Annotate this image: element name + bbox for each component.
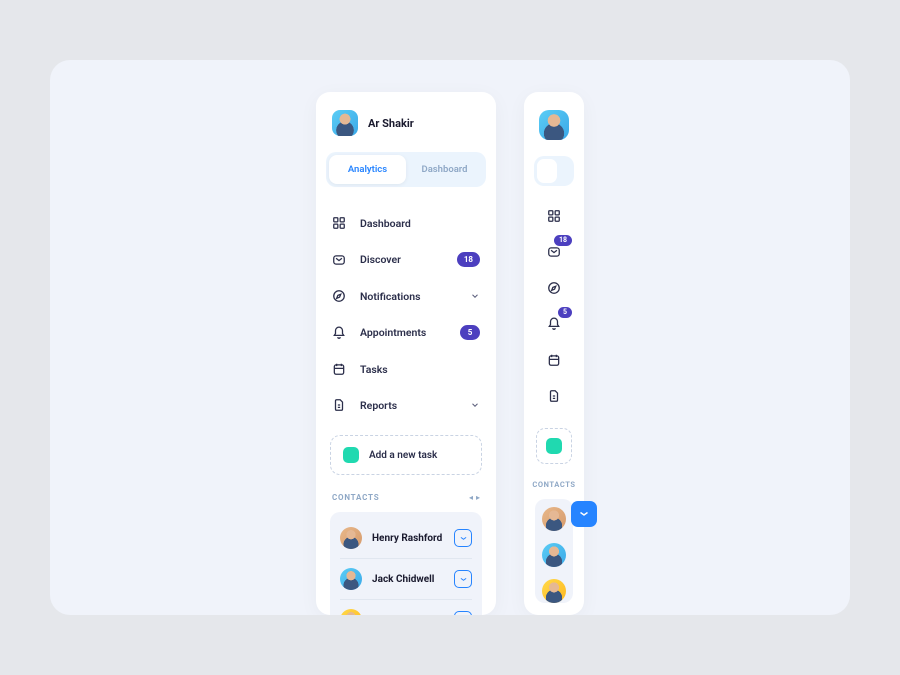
nav-discover[interactable]: 18 — [547, 244, 561, 258]
contact-item[interactable]: Jack Chidwell — [340, 559, 472, 600]
contact-message-button[interactable] — [454, 570, 472, 588]
sidebar-expanded: Ar Shakir Analytics Dashboard Dashboard … — [316, 92, 496, 615]
nav-appointments[interactable]: 5 — [547, 316, 561, 330]
nav-label: Dashboard — [360, 217, 480, 230]
compass-icon — [332, 289, 346, 303]
add-task-icon — [343, 447, 359, 463]
contact-avatar — [340, 609, 362, 615]
add-task-button[interactable] — [536, 428, 572, 464]
calendar-icon — [332, 362, 346, 376]
contact-avatar — [340, 527, 362, 549]
nav-label: Tasks — [360, 363, 480, 376]
bell-icon — [547, 317, 561, 331]
avatar — [539, 110, 569, 140]
contact-message-button[interactable] — [571, 501, 597, 527]
contact-avatar — [340, 568, 362, 590]
chevron-right-icon: ▸ — [476, 493, 480, 502]
inbox-icon — [547, 245, 561, 259]
mail-icon — [459, 534, 468, 543]
contact-item[interactable] — [535, 507, 573, 531]
profile[interactable] — [524, 110, 584, 156]
profile[interactable]: Ar Shakir — [316, 110, 496, 152]
grid-icon — [547, 209, 561, 223]
tab-analytics[interactable]: Analytics — [329, 155, 406, 184]
contact-name: Henry Rashford — [372, 533, 444, 544]
compass-icon — [547, 281, 561, 295]
grid-icon — [332, 216, 346, 230]
username: Ar Shakir — [368, 117, 414, 130]
mail-icon — [459, 575, 468, 584]
avatar — [332, 110, 358, 136]
contacts-title: CONTACTS — [332, 493, 379, 502]
contacts-list — [535, 499, 573, 603]
contact-item[interactable]: Henry Rashford — [340, 518, 472, 559]
discover-badge: 18 — [554, 235, 572, 246]
bell-icon — [332, 326, 346, 340]
nav-appointments[interactable]: Appointments 5 — [332, 314, 480, 351]
tabs: Analytics Dashboard — [326, 152, 486, 187]
nav-dashboard[interactable] — [547, 208, 561, 222]
contact-name: Jack Chidwell — [372, 574, 444, 585]
nav-tasks[interactable] — [547, 352, 561, 366]
contact-item[interactable]: Marie Jones — [340, 600, 472, 615]
contact-avatar — [542, 507, 566, 531]
nav-label: Reports — [360, 399, 456, 412]
sidebar-collapsed: 18 5 CONTACTS — [524, 92, 584, 615]
nav-label: Discover — [360, 253, 443, 266]
nav-reports[interactable]: Reports — [332, 387, 480, 423]
tab-dashboard[interactable]: Dashboard — [406, 155, 483, 184]
appointments-badge: 5 — [460, 325, 480, 340]
nav-label: Appointments — [360, 326, 446, 339]
tabs-collapsed[interactable] — [534, 156, 574, 186]
contacts-pager[interactable]: ◂ ▸ — [469, 493, 480, 502]
inbox-icon — [332, 253, 346, 267]
canvas: Ar Shakir Analytics Dashboard Dashboard … — [50, 60, 850, 615]
nav-dashboard[interactable]: Dashboard — [332, 205, 480, 241]
add-task-icon — [546, 438, 562, 454]
contact-message-button[interactable] — [454, 611, 472, 615]
contacts-list: Henry Rashford Jack Chidwell Marie Jones — [330, 512, 482, 615]
nav-notifications[interactable]: Notifications — [332, 278, 480, 314]
nav-reports[interactable] — [547, 388, 561, 402]
document-icon — [547, 389, 561, 403]
contact-avatar[interactable] — [542, 579, 566, 603]
contact-avatar[interactable] — [542, 543, 566, 567]
chevron-down-icon — [470, 400, 480, 410]
contact-message-button[interactable] — [454, 529, 472, 547]
tab-active-indicator — [537, 159, 557, 183]
nav-notifications[interactable] — [547, 280, 561, 294]
add-task-button[interactable]: Add a new task — [330, 435, 482, 475]
nav-label: Notifications — [360, 290, 456, 303]
chevron-down-icon — [470, 291, 480, 301]
add-task-label: Add a new task — [369, 450, 437, 461]
nav: 18 5 — [524, 204, 584, 412]
appointments-badge: 5 — [558, 307, 572, 318]
calendar-icon — [547, 353, 561, 367]
nav: Dashboard Discover 18 Notifications Appo… — [316, 205, 496, 423]
contact-name: Marie Jones — [372, 615, 444, 616]
contacts-title: CONTACTS — [524, 480, 584, 499]
contacts-header: CONTACTS ◂ ▸ — [316, 493, 496, 512]
discover-badge: 18 — [457, 252, 480, 267]
nav-tasks[interactable]: Tasks — [332, 351, 480, 387]
document-icon — [332, 398, 346, 412]
nav-discover[interactable]: Discover 18 — [332, 241, 480, 278]
mail-icon — [578, 508, 590, 520]
chevron-left-icon: ◂ — [469, 493, 473, 502]
